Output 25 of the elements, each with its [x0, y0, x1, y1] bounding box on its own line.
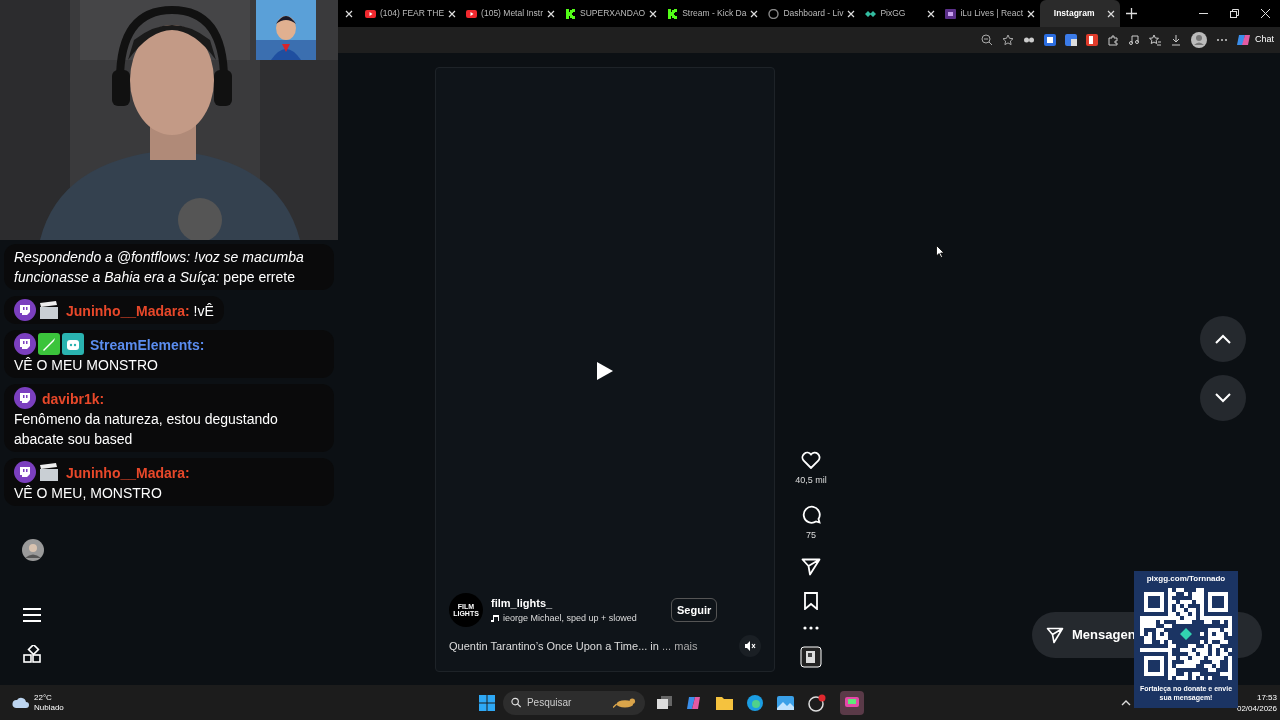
count-label: 75 [806, 528, 816, 542]
weather-label[interactable]: Nublado [34, 702, 64, 713]
clock-date[interactable]: 02/04/2026 [1236, 702, 1277, 714]
chat-text: Fenômeno da natureza, estou degustando abacate sou based [14, 410, 279, 449]
temperature[interactable]: 22°C [34, 692, 64, 703]
chat-text: !vÊ [193, 302, 214, 321]
chat-username[interactable]: davibr1k: [42, 391, 105, 407]
audio-title[interactable]: ieorge Michael, sped up + slowed [503, 611, 637, 625]
search-bar[interactable]: Pesquisar [502, 690, 645, 715]
chat-text: Respondendo a @fontflows: !voz se macumba funcionasse a Bahia era a Suíça: pepe errete [14, 249, 304, 285]
chat-button[interactable]: Chat [1237, 33, 1274, 47]
chat-text: VÊ O MEU MONSTRO [14, 356, 158, 375]
more-link[interactable]: ... mais [662, 639, 698, 652]
chat-username[interactable]: Juninho__Madara: [66, 303, 190, 319]
chat-username[interactable]: StreamElements: [90, 337, 205, 353]
follow-button[interactable]: Seguir [671, 597, 718, 623]
caption: Quentin Tarantino’s Once Upon a Time... in [449, 639, 659, 652]
chat-username[interactable]: Juninho__Madara: [66, 465, 190, 481]
count-label: 40,5 mil [795, 474, 827, 487]
chat-text: VÊ O MEU, MONSTRO [14, 484, 162, 503]
clock-time[interactable]: 17:53 [1256, 691, 1277, 703]
search-field[interactable]: Pesquisar [526, 695, 607, 710]
donation-url: pixgg.com/Tornnado [1146, 573, 1226, 585]
browser-tab[interactable]: Instagram [1040, 0, 1121, 27]
username[interactable]: film_lights_ [491, 595, 663, 612]
